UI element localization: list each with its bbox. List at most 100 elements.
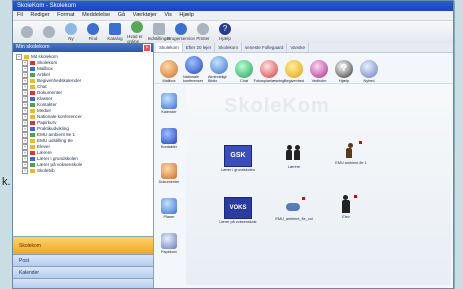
edge-text: k. [2, 176, 11, 188]
plans-button[interactable]: Planer [161, 198, 177, 219]
menu-bar: Fil Rediger Format Meddelelse Gå Værktøj… [13, 11, 453, 21]
plans-icon [161, 198, 177, 214]
calendar-button[interactable]: Kalender [161, 93, 177, 114]
conference-icon [185, 56, 203, 74]
close-icon[interactable]: × [143, 44, 151, 52]
help-icon: ? [219, 23, 231, 35]
tab-0[interactable]: Skolekom [156, 43, 183, 52]
folder-icon [30, 109, 35, 113]
nav-post[interactable]: Post [13, 254, 153, 266]
forward-button[interactable] [39, 25, 59, 39]
phone-icon [160, 128, 177, 144]
nav-skolekom[interactable]: Skolekom [13, 236, 153, 254]
mailbox-icon [160, 60, 178, 78]
menu-vis[interactable]: Vis [164, 12, 172, 18]
workspace-item-student[interactable]: Elev [326, 195, 366, 219]
library-icon [210, 56, 228, 74]
nav-kalender[interactable]: Kalender [13, 266, 153, 278]
trash-button[interactable]: Papirkurv [161, 233, 177, 254]
new-button[interactable]: Ny [61, 23, 81, 41]
folder-icon [30, 85, 35, 89]
left-icon-column: Kalender Kontakter Dokumenter Planer Pap… [156, 93, 182, 254]
folder-icon [30, 139, 35, 143]
contacts-button[interactable]: Kontakter [161, 128, 177, 149]
folder-icon [30, 97, 35, 101]
find-button[interactable]: Find [83, 23, 103, 41]
expand-icon[interactable]: + [22, 168, 28, 174]
folder-icon [24, 55, 29, 59]
nav-more[interactable] [13, 278, 153, 288]
news-button[interactable]: Nyhed [358, 60, 380, 83]
menu-meddelelse[interactable]: Meddelelse [82, 12, 110, 18]
folder-icon [30, 163, 35, 167]
help-big-button[interactable]: ? Hjælp [333, 60, 355, 83]
chat-icon [235, 60, 253, 78]
tree-item[interactable]: + Skolebib [16, 168, 151, 174]
folder-icon [30, 133, 35, 137]
new-badge [359, 141, 362, 144]
online-icon [131, 20, 143, 33]
help-button[interactable]: ? Hjælp [215, 23, 235, 41]
workspace: SkoleKom GSK Lærer i grundskolen Lærere … [186, 85, 451, 285]
menu-rediger[interactable]: Rediger [30, 12, 49, 18]
student-icon [333, 195, 359, 215]
document-icon [161, 163, 177, 179]
folder-icon [30, 67, 35, 71]
menu-vaerktojer[interactable]: Værktøjer [133, 12, 157, 18]
tab-1[interactable]: Efter 20 lejer [183, 43, 216, 52]
workspace-item-emu-ambient[interactable]: EMU ambient 8e 1 [331, 141, 371, 165]
sidebar: Min skolekom × + Mit skolekom + Skolekom + Ma… [13, 43, 154, 288]
globe-icon [285, 60, 303, 78]
tree-item-label: Skolebib [37, 168, 55, 173]
folder-icon [30, 127, 35, 131]
back-button[interactable] [17, 25, 37, 39]
forward-icon [43, 25, 55, 38]
settings-button[interactable]: Indstillinger [148, 23, 170, 41]
menu-fil[interactable]: Fil [17, 12, 23, 18]
tab-2[interactable]: Skolekom [215, 43, 243, 52]
planning-icon [260, 60, 278, 78]
people-icon [281, 145, 307, 165]
menu-ga[interactable]: Gå [118, 12, 125, 18]
documents-button[interactable]: Dokumenter [159, 163, 179, 184]
event-button[interactable]: Begivenhed [283, 60, 305, 83]
gsk-icon: GSK [224, 145, 252, 167]
chess-icon [338, 141, 364, 161]
planning-button[interactable]: Fokusplanlæsning [254, 60, 284, 83]
folder-icon [30, 121, 35, 125]
printer-button[interactable]: Printer [193, 23, 213, 41]
workspace-item-emu-vol[interactable]: EMU_ambient_8e_vol [274, 197, 314, 221]
user-service-button[interactable]: Brugerservice [167, 23, 195, 41]
menu-format[interactable]: Format [57, 12, 74, 18]
online-button[interactable]: Hvad er online [127, 20, 147, 44]
tab-4[interactable]: Vanske [287, 43, 310, 52]
folder-icon [30, 73, 35, 77]
folder-icon [30, 79, 35, 83]
new-badge [354, 195, 357, 198]
folder-icon [30, 103, 35, 107]
search-icon [87, 23, 99, 35]
catalog-button[interactable]: Katalog [105, 23, 125, 41]
mailbox-button[interactable]: Mailbox [158, 60, 180, 83]
vedholm-button[interactable]: Vedholm [308, 60, 330, 83]
sidebar-header: Min skolekom × [13, 43, 153, 52]
main-content: Skolekom Efter 20 lejer Skolekom seneste… [154, 43, 453, 288]
folder-tree: + Mit skolekom + Skolekom + Mailbox + Artikel + B… [13, 52, 153, 230]
back-icon [21, 25, 33, 38]
toolbar: Ny Find Katalog Hvad er online Indstilli… [13, 20, 453, 44]
folder-icon [30, 157, 35, 161]
watermark: SkoleKom [224, 95, 330, 117]
conferences-button[interactable]: Nationale konferencer [183, 56, 205, 83]
folder-icon [30, 151, 35, 155]
workspace-item-gsk[interactable]: GSK Lærer i grundskolen [218, 145, 258, 172]
folder-icon [30, 169, 35, 173]
tab-3[interactable]: seneste Follegaard [242, 43, 288, 52]
library-button[interactable]: Almindeligt Biblio [208, 56, 230, 83]
workspace-item-teachers[interactable]: Lærere [274, 145, 314, 169]
content-tabs: Skolekom Efter 20 lejer Skolekom seneste… [154, 43, 453, 53]
menu-hjaelp[interactable]: Hjælp [179, 12, 193, 18]
chat-button[interactable]: Chat [233, 60, 255, 83]
new-icon [65, 23, 77, 35]
workspace-item-voks[interactable]: VOKS Lærer på voksenskole [218, 197, 258, 224]
settings-icon [153, 23, 165, 35]
